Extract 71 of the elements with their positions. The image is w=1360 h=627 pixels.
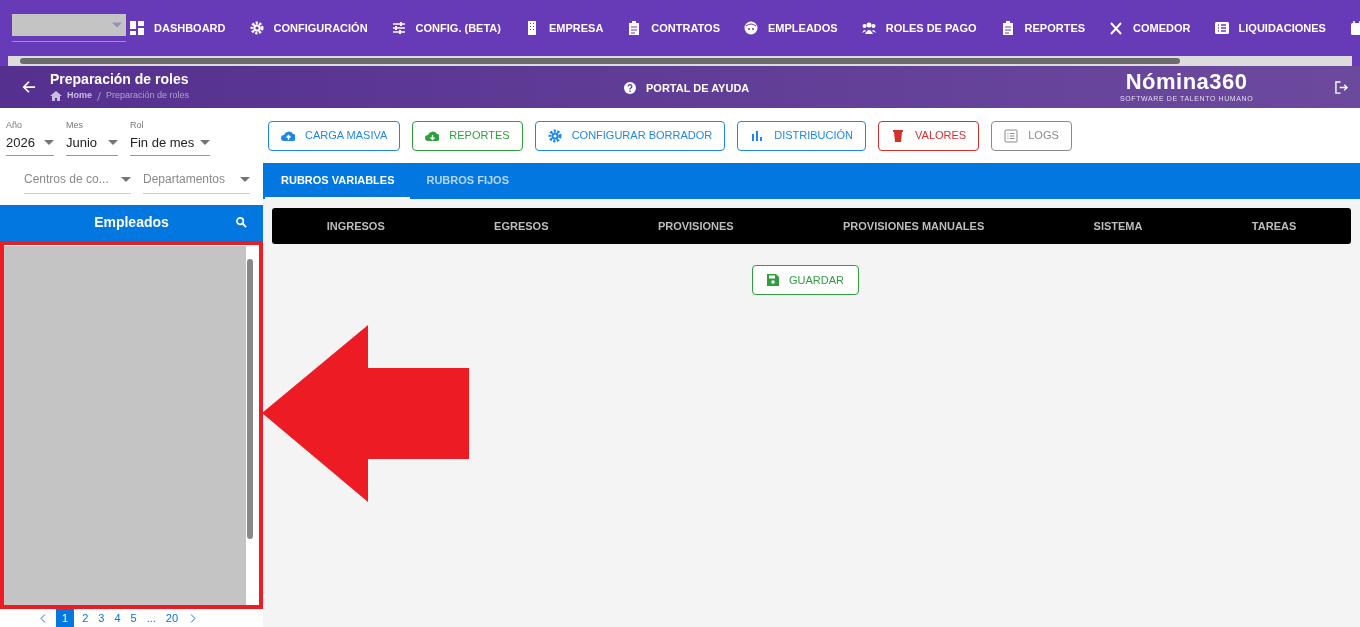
page-button[interactable]: ... — [144, 609, 158, 627]
back-arrow-icon[interactable] — [22, 80, 36, 94]
face-icon — [744, 21, 758, 35]
save-icon — [767, 274, 779, 286]
nav-item[interactable]: COMEDOR — [1109, 19, 1191, 37]
select-field[interactable]: Departamentos — [143, 165, 250, 194]
page-title: Preparación de roles — [50, 71, 190, 88]
sub-tab[interactable]: PROVISIONES — [653, 217, 738, 235]
employees-title: Empleados — [94, 213, 169, 233]
breadcrumb-separator-icon — [97, 91, 101, 101]
breadcrumb-current: Preparación de roles — [106, 89, 190, 103]
field-label: Año — [6, 120, 23, 130]
action-button[interactable]: CARGA MASIVA — [268, 120, 401, 151]
trash-icon — [891, 128, 906, 143]
people-icon — [861, 21, 876, 35]
caret-icon — [44, 140, 54, 145]
nav-item[interactable]: CONFIG. (BETA) — [391, 19, 501, 37]
logout-icon[interactable] — [1335, 81, 1348, 94]
tab[interactable]: RUBROS VARIABLES — [265, 163, 411, 199]
action-button[interactable]: REPORTES — [412, 120, 523, 151]
nav-item[interactable]: REPORTES — [1000, 19, 1086, 37]
select-field[interactable]: Junio — [66, 130, 118, 156]
caret-icon — [108, 140, 118, 145]
search-icon[interactable] — [236, 217, 247, 229]
dashboard-icon — [130, 21, 144, 35]
page-button[interactable]: 4 — [112, 609, 123, 627]
list-icon — [1214, 21, 1229, 35]
nav-item[interactable]: DASHBOARD — [130, 19, 226, 37]
gear-icon — [547, 128, 562, 143]
gear-icon — [249, 21, 264, 35]
breadcrumb-link[interactable]: Home — [67, 89, 92, 103]
sub-tab[interactable]: SISTEMA — [1089, 217, 1147, 235]
page-button[interactable]: 2 — [80, 609, 91, 627]
clipboard-icon — [1000, 21, 1015, 35]
help-portal-link[interactable]: PORTAL DE AYUDA — [646, 80, 750, 97]
page-button[interactable]: 1 — [56, 609, 75, 627]
action-button[interactable]: LOGS — [991, 120, 1072, 151]
sub-tab[interactable]: TAREAS — [1247, 217, 1301, 235]
horizontal-scrollbar[interactable] — [8, 56, 1352, 66]
page-button[interactable]: 20 — [163, 609, 181, 627]
nav-item[interactable]: LIQUIDACIONES — [1214, 19, 1326, 37]
caret-icon — [240, 176, 250, 182]
sub-tab[interactable]: EGRESOS — [490, 217, 553, 235]
field-label: Rol — [130, 120, 145, 130]
caret-icon — [121, 176, 131, 182]
action-button[interactable]: DISTRIBUCIÓN — [737, 120, 867, 151]
action-button[interactable]: CONFIGURAR BORRADOR — [534, 120, 726, 151]
caret-icon — [112, 22, 122, 28]
bars-icon — [750, 128, 765, 143]
caret-icon — [200, 140, 211, 145]
select-field[interactable]: Centros de co... — [24, 165, 131, 194]
sub-tab[interactable]: PROVISIONES MANUALES — [839, 217, 989, 235]
nav-item[interactable]: CONFIGURACIÓN — [249, 19, 368, 37]
sub-tab[interactable]: INGRESOS — [322, 217, 389, 235]
select-field[interactable]: 2026 — [6, 130, 54, 156]
field-label: Mes — [66, 120, 84, 130]
page-button[interactable]: 3 — [96, 609, 107, 627]
help-icon — [624, 82, 636, 95]
home-icon — [50, 91, 62, 101]
nav-item[interactable]: EMPRESA — [524, 19, 604, 37]
save-button[interactable]: GUARDAR — [752, 265, 859, 295]
action-button[interactable]: VALORES — [878, 120, 980, 151]
select-field[interactable]: Fin de mes — [130, 130, 210, 156]
sliders-icon — [391, 21, 406, 35]
page-button[interactable]: 5 — [128, 609, 139, 627]
nav-item[interactable]: CONTRATOS — [627, 19, 720, 37]
nav-item[interactable]: ROLES DE PAGO — [861, 19, 977, 37]
list-icon — [1004, 128, 1019, 143]
clipboard-icon — [627, 21, 642, 35]
nav-item[interactable]: EMPLEADOS — [744, 19, 838, 37]
logo: Nómina360 — [1125, 69, 1248, 95]
